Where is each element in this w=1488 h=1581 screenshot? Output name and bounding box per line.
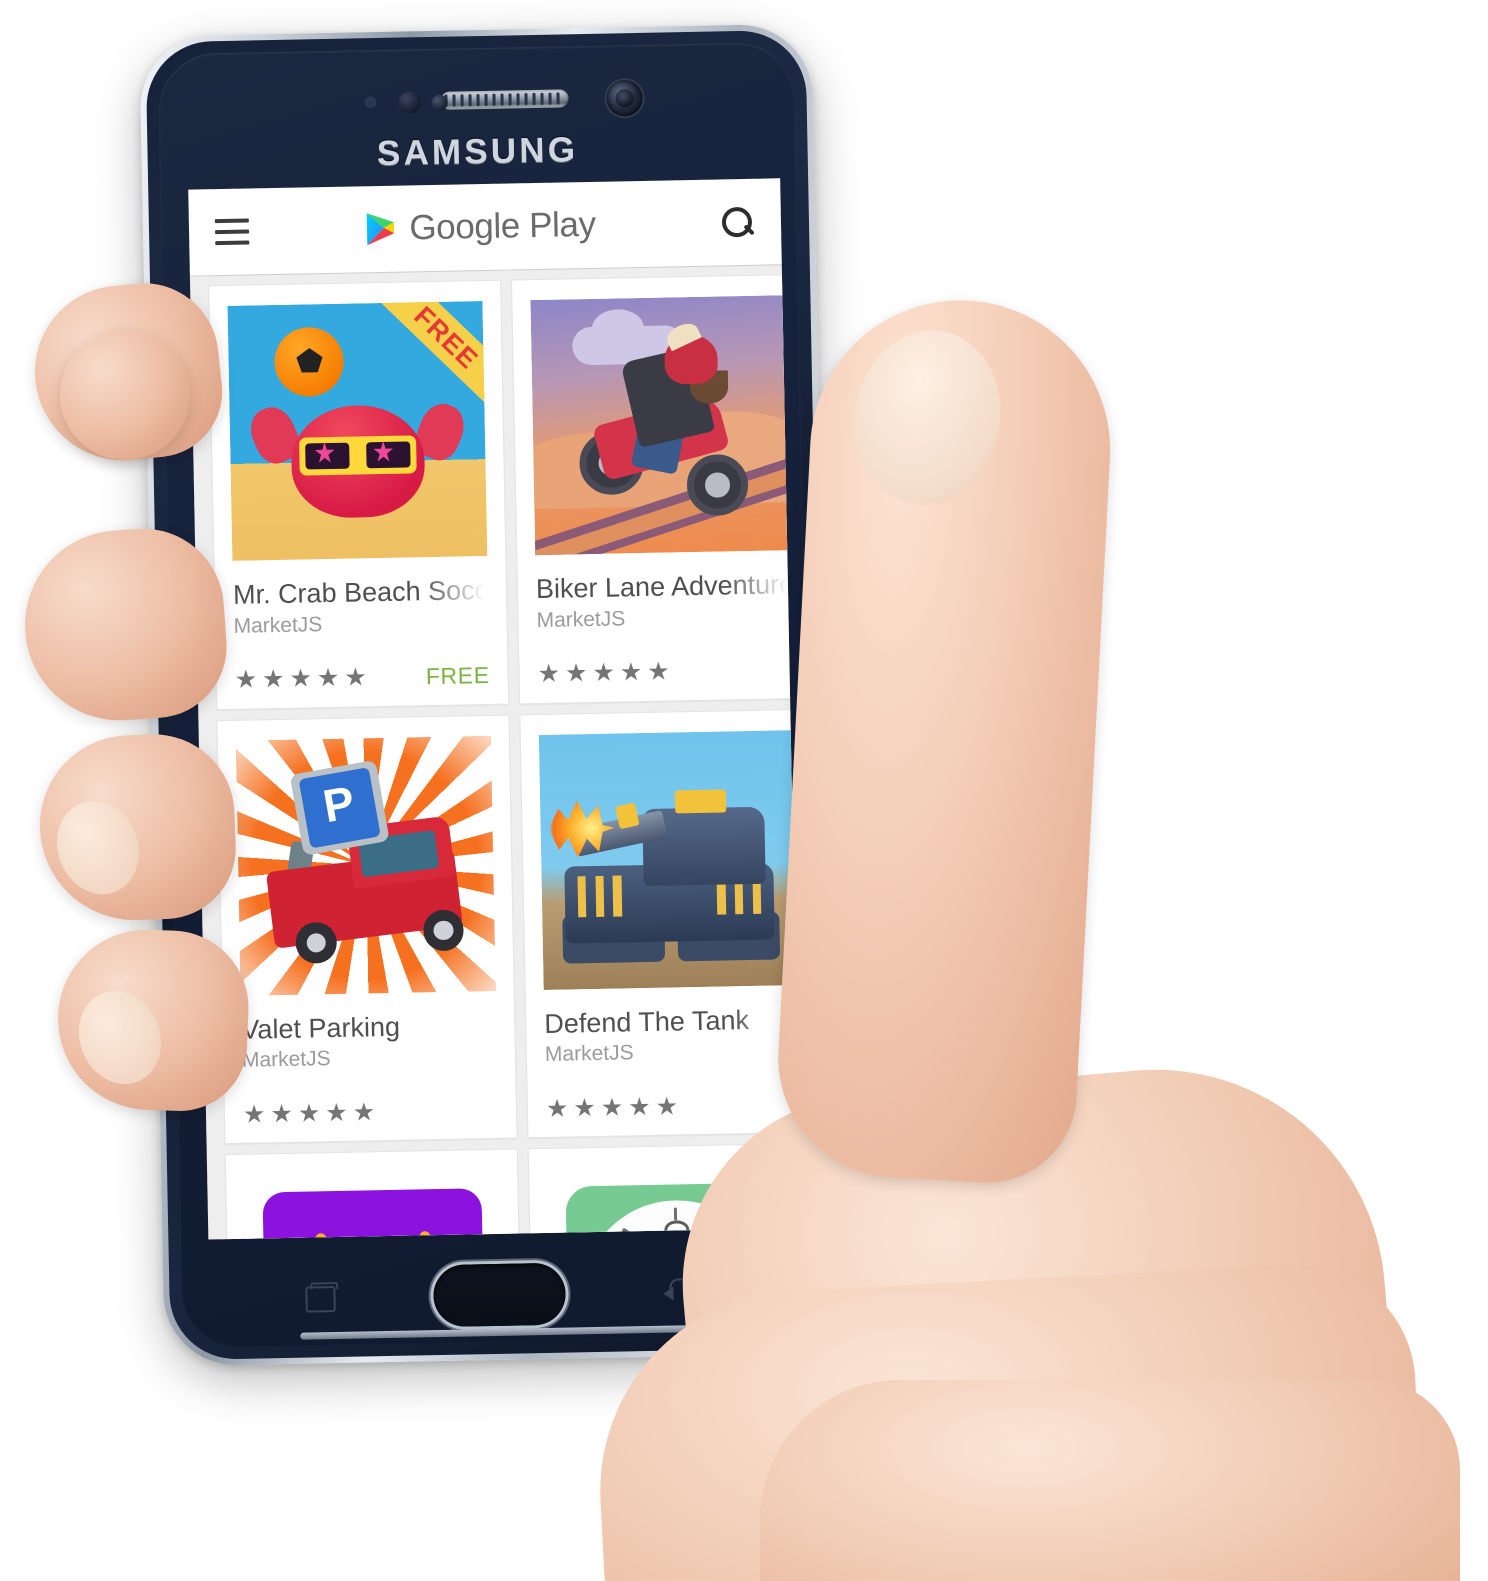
app-card-mr-crab-beach-soccer[interactable]: FREE Mr. Crab Beach Soccer MarketJS ★ ★ ★ ★… [208, 279, 510, 710]
app-thumbnail [530, 295, 791, 556]
app-thumbnail [235, 735, 496, 996]
ez-meditation-icon [547, 1164, 801, 1240]
app-grid: FREE Mr. Crab Beach Soccer MarketJS ★ ★ ★ ★… [190, 264, 801, 1240]
app-row-3: Drone Pickup Service MarketJS ★★★★★ [207, 1140, 801, 1240]
google-play-brand: Google Play [243, 202, 720, 251]
defend-the-tank-icon [538, 729, 799, 990]
rating-stars: ★ ★ ★ ★ ★ [545, 1092, 679, 1123]
app-thumbnail [244, 1170, 505, 1240]
app-bar-title: Google Play [409, 204, 596, 248]
back-button[interactable] [661, 1274, 702, 1305]
app-developer: MarketJS [241, 1047, 331, 1073]
phone-body: SAMSUNG Google Play FREE Mr. Crab Beach … [145, 29, 831, 1361]
card-footer: ★ ★ ★ ★ ★ [537, 656, 792, 689]
google-play-triangle-icon [366, 212, 397, 247]
rating-stars: ★ ★ ★ ★ ★ [242, 1098, 376, 1129]
free-ribbon-badge: FREE [378, 301, 488, 405]
thumb-nail [840, 318, 1015, 517]
wrist [760, 1380, 1460, 1581]
card-footer: ★ ★ ★ ★ ★ [243, 1096, 498, 1129]
app-thumbnail [538, 729, 799, 990]
icon-tile [262, 1188, 486, 1240]
rating-stars: ★ ★ ★ ★ ★ [234, 663, 368, 695]
app-title: Mr. Crab Beach Soccer [232, 575, 489, 610]
app-price: FREE [425, 662, 490, 690]
app-row-1: FREE Mr. Crab Beach Soccer MarketJS ★ ★ ★ ★… [190, 271, 801, 710]
speaker-grille-icon [440, 89, 569, 110]
app-bar: Google Play [188, 178, 782, 276]
barrel-band [614, 802, 640, 830]
biker-lane-adventure-icon [530, 295, 791, 556]
card-footer: ★ ★ ★ ★ ★ [546, 1090, 801, 1123]
app-title: Valet Parking [241, 1011, 401, 1045]
app-developer: MarketJS [233, 612, 323, 638]
tank-hatch [675, 789, 727, 814]
recent-apps-button[interactable] [301, 1282, 336, 1311]
app-card-ez-meditation[interactable]: EZ Meditation MarketJS ★★★★★ [527, 1143, 801, 1240]
card-footer: ★ ★ ★ ★ ★ FREE [234, 662, 489, 695]
app-developer: MarketJS [536, 607, 626, 632]
soccer-ball-icon [273, 326, 344, 397]
drone-pickup-service-icon [244, 1170, 505, 1240]
phone-screen: Google Play FREE Mr. Crab Beach Soccer M… [188, 178, 801, 1240]
smartphone-device: SAMSUNG Google Play FREE Mr. Crab Beach … [139, 23, 837, 1367]
app-card-drone-pickup-service[interactable]: Drone Pickup Service MarketJS ★★★★★ [224, 1148, 526, 1240]
mr-crab-beach-soccer-icon: FREE [227, 301, 488, 561]
app-card-biker-lane-adventure[interactable]: Biker Lane Adventure MarketJS ★ ★ ★ ★ ★ [511, 273, 801, 705]
app-title: Defend The Tank [544, 1004, 750, 1039]
app-thumbnail [547, 1164, 801, 1240]
ring-finger-nail [44, 789, 152, 906]
app-card-defend-the-tank[interactable]: Defend The Tank MarketJS ★ ★ ★ ★ ★ [519, 708, 801, 1139]
app-developer: MarketJS [544, 1041, 634, 1067]
search-icon[interactable] [719, 204, 756, 241]
app-thumbnail: FREE [227, 301, 488, 561]
app-row-2: Valet Parking MarketJS ★★★★★ [198, 706, 801, 1145]
crab-sunglasses [298, 434, 417, 476]
app-grid-scroll-area[interactable]: FREE Mr. Crab Beach Soccer MarketJS ★ ★ ★ ★… [189, 264, 801, 1240]
rating-stars: ★ ★ ★ ★ ★ [537, 657, 670, 689]
valet-parking-icon [235, 735, 496, 996]
app-card-valet-parking[interactable]: Valet Parking MarketJS ★★★★★ [216, 714, 518, 1145]
screenshot-stage: SAMSUNG Google Play FREE Mr. Crab Beach … [0, 0, 1488, 1581]
home-button[interactable] [432, 1262, 567, 1328]
parking-sign-icon [289, 759, 389, 856]
app-title: Biker Lane Adventure [535, 570, 792, 605]
